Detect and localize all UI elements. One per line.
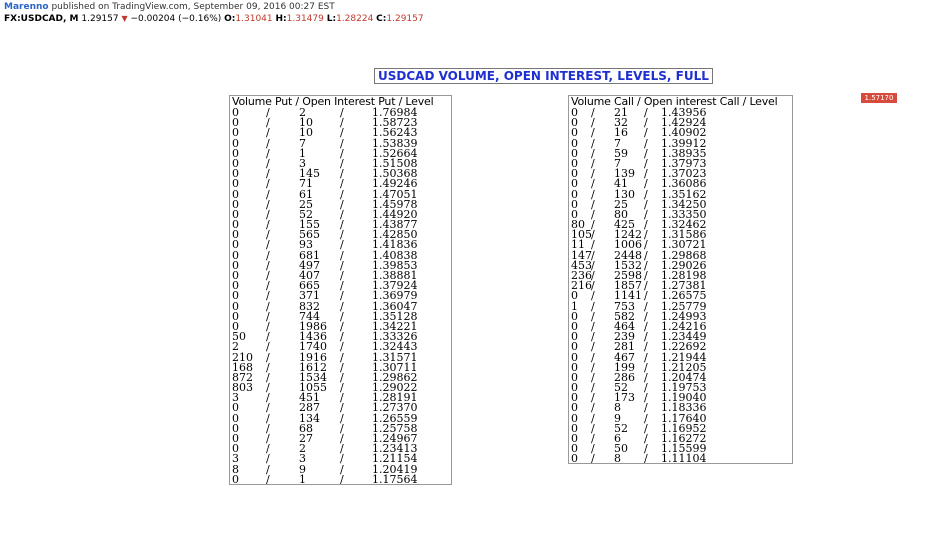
separator: /: [591, 452, 595, 464]
put-table-rows: 0/2/1.76984 0/10/1.58723 0/10/1.56243 0/7/1…: [230, 107, 451, 485]
low-value: 1.28224: [336, 14, 374, 24]
down-arrow-icon: ▼: [121, 14, 128, 23]
open-label: O:: [224, 14, 236, 24]
price-change: −0.00204 (−0.16%): [130, 14, 222, 24]
put-level: 1.17564: [372, 472, 418, 485]
publish-info: Marenno published on TradingView.com, Se…: [4, 2, 335, 12]
call-level: 1.11104: [661, 452, 707, 464]
symbol-info-bar: FX:USDCAD, M 1.29157 ▼ −0.00204 (−0.16%)…: [4, 14, 424, 24]
published-text: published on TradingView.com, September …: [51, 2, 335, 12]
high-value: 1.31479: [286, 14, 324, 24]
symbol-label[interactable]: FX:USDCAD, M: [4, 14, 79, 24]
high-label: H:: [275, 14, 287, 24]
open-value: 1.31041: [235, 14, 273, 24]
price-axis-badge: 1.57170: [861, 93, 897, 103]
put-volume: 0: [232, 472, 239, 485]
last-price: 1.29157: [81, 14, 119, 24]
call-table-rows: 0/21/1.43956 0/32/1.42924 0/16/1.40902 0/7/…: [569, 107, 792, 464]
close-value: 1.29157: [386, 14, 424, 24]
separator: /: [340, 472, 344, 485]
separator: /: [644, 452, 648, 464]
call-volume: 0: [571, 452, 578, 464]
call-open-interest: 8: [614, 452, 621, 464]
chart-title: USDCAD VOLUME, OPEN INTEREST, LEVELS, FU…: [374, 68, 713, 84]
close-label: C:: [376, 14, 387, 24]
call-row: 0 / 8 / 1.11104: [569, 452, 792, 464]
author-link[interactable]: Marenno: [4, 2, 49, 12]
call-table: Volume Call / Open interest Call / Level…: [568, 95, 793, 464]
put-open-interest: 1: [299, 472, 306, 485]
separator: /: [266, 472, 270, 485]
low-label: L:: [326, 14, 337, 24]
put-row: 0 / 1 / 1.17564: [230, 472, 451, 485]
put-table: Volume Put / Open Interest Put / Level 0…: [229, 95, 452, 485]
